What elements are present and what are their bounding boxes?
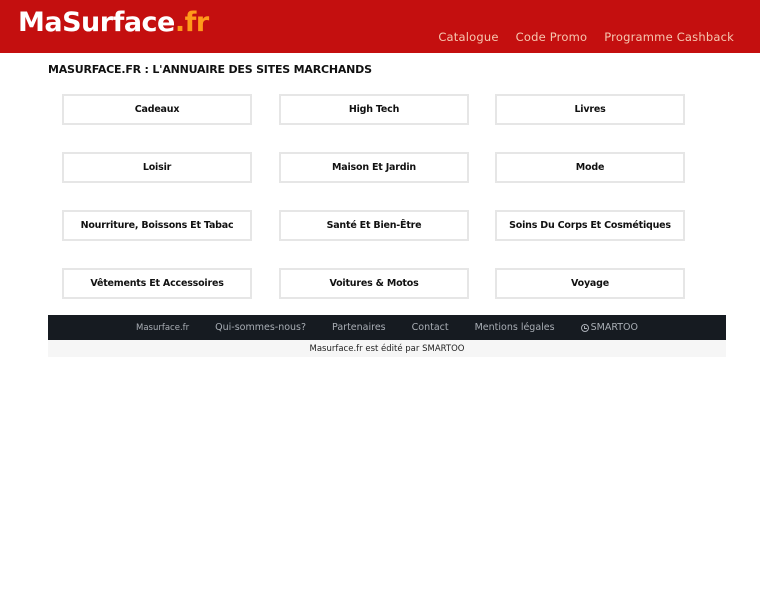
category-high-tech[interactable]: High Tech <box>279 94 469 125</box>
category-voitures-motos[interactable]: Voitures & Motos <box>279 268 469 299</box>
category-vetements-accessoires[interactable]: Vêtements Et Accessoires <box>62 268 252 299</box>
page-title: MASURFACE.FR : L'ANNUAIRE DES SITES MARC… <box>48 63 372 76</box>
footer-edited-by: Masurface.fr est édité par SMARTOO <box>48 340 726 357</box>
category-sante-bien-etre[interactable]: Santé Et Bien-Être <box>279 210 469 241</box>
category-loisir[interactable]: Loisir <box>62 152 252 183</box>
smartoo-logo-icon <box>580 323 589 332</box>
category-voyage[interactable]: Voyage <box>495 268 685 299</box>
footer-link-partenaires[interactable]: Partenaires <box>332 322 386 333</box>
category-nourriture-boissons-tabac[interactable]: Nourriture, Boissons Et Tabac <box>62 210 252 241</box>
category-mode[interactable]: Mode <box>495 152 685 183</box>
category-grid: Cadeaux High Tech Livres Loisir Maison E… <box>62 94 686 299</box>
footer-link-smartoo[interactable]: SMARTOO <box>580 322 638 333</box>
footer-link-contact[interactable]: Contact <box>412 322 449 333</box>
logo-tld: .fr <box>174 7 209 38</box>
site-logo[interactable]: MaSurface.fr <box>18 7 209 38</box>
footer-link-qui-sommes-nous[interactable]: Qui-sommes-nous? <box>215 322 306 333</box>
logo-main: MaSurface <box>18 7 175 38</box>
footer-link-masurface[interactable]: Masurface.fr <box>136 323 189 333</box>
footer-links: Masurface.fr Qui-sommes-nous? Partenaire… <box>48 315 726 340</box>
footer-brand-label: SMARTOO <box>590 322 638 333</box>
main-nav: Catalogue Code Promo Programme Cashback <box>438 30 734 44</box>
category-soins-corps-cosmetiques[interactable]: Soins Du Corps Et Cosmétiques <box>495 210 685 241</box>
nav-catalogue[interactable]: Catalogue <box>438 30 498 44</box>
category-cadeaux[interactable]: Cadeaux <box>62 94 252 125</box>
category-livres[interactable]: Livres <box>495 94 685 125</box>
top-header: MaSurface.fr Catalogue Code Promo Progra… <box>0 0 760 53</box>
footer-link-mentions-legales[interactable]: Mentions légales <box>475 322 555 333</box>
nav-programme-cashback[interactable]: Programme Cashback <box>604 30 734 44</box>
footer-bar: Masurface.fr Qui-sommes-nous? Partenaire… <box>48 315 726 340</box>
nav-code-promo[interactable]: Code Promo <box>516 30 588 44</box>
category-maison-et-jardin[interactable]: Maison Et Jardin <box>279 152 469 183</box>
